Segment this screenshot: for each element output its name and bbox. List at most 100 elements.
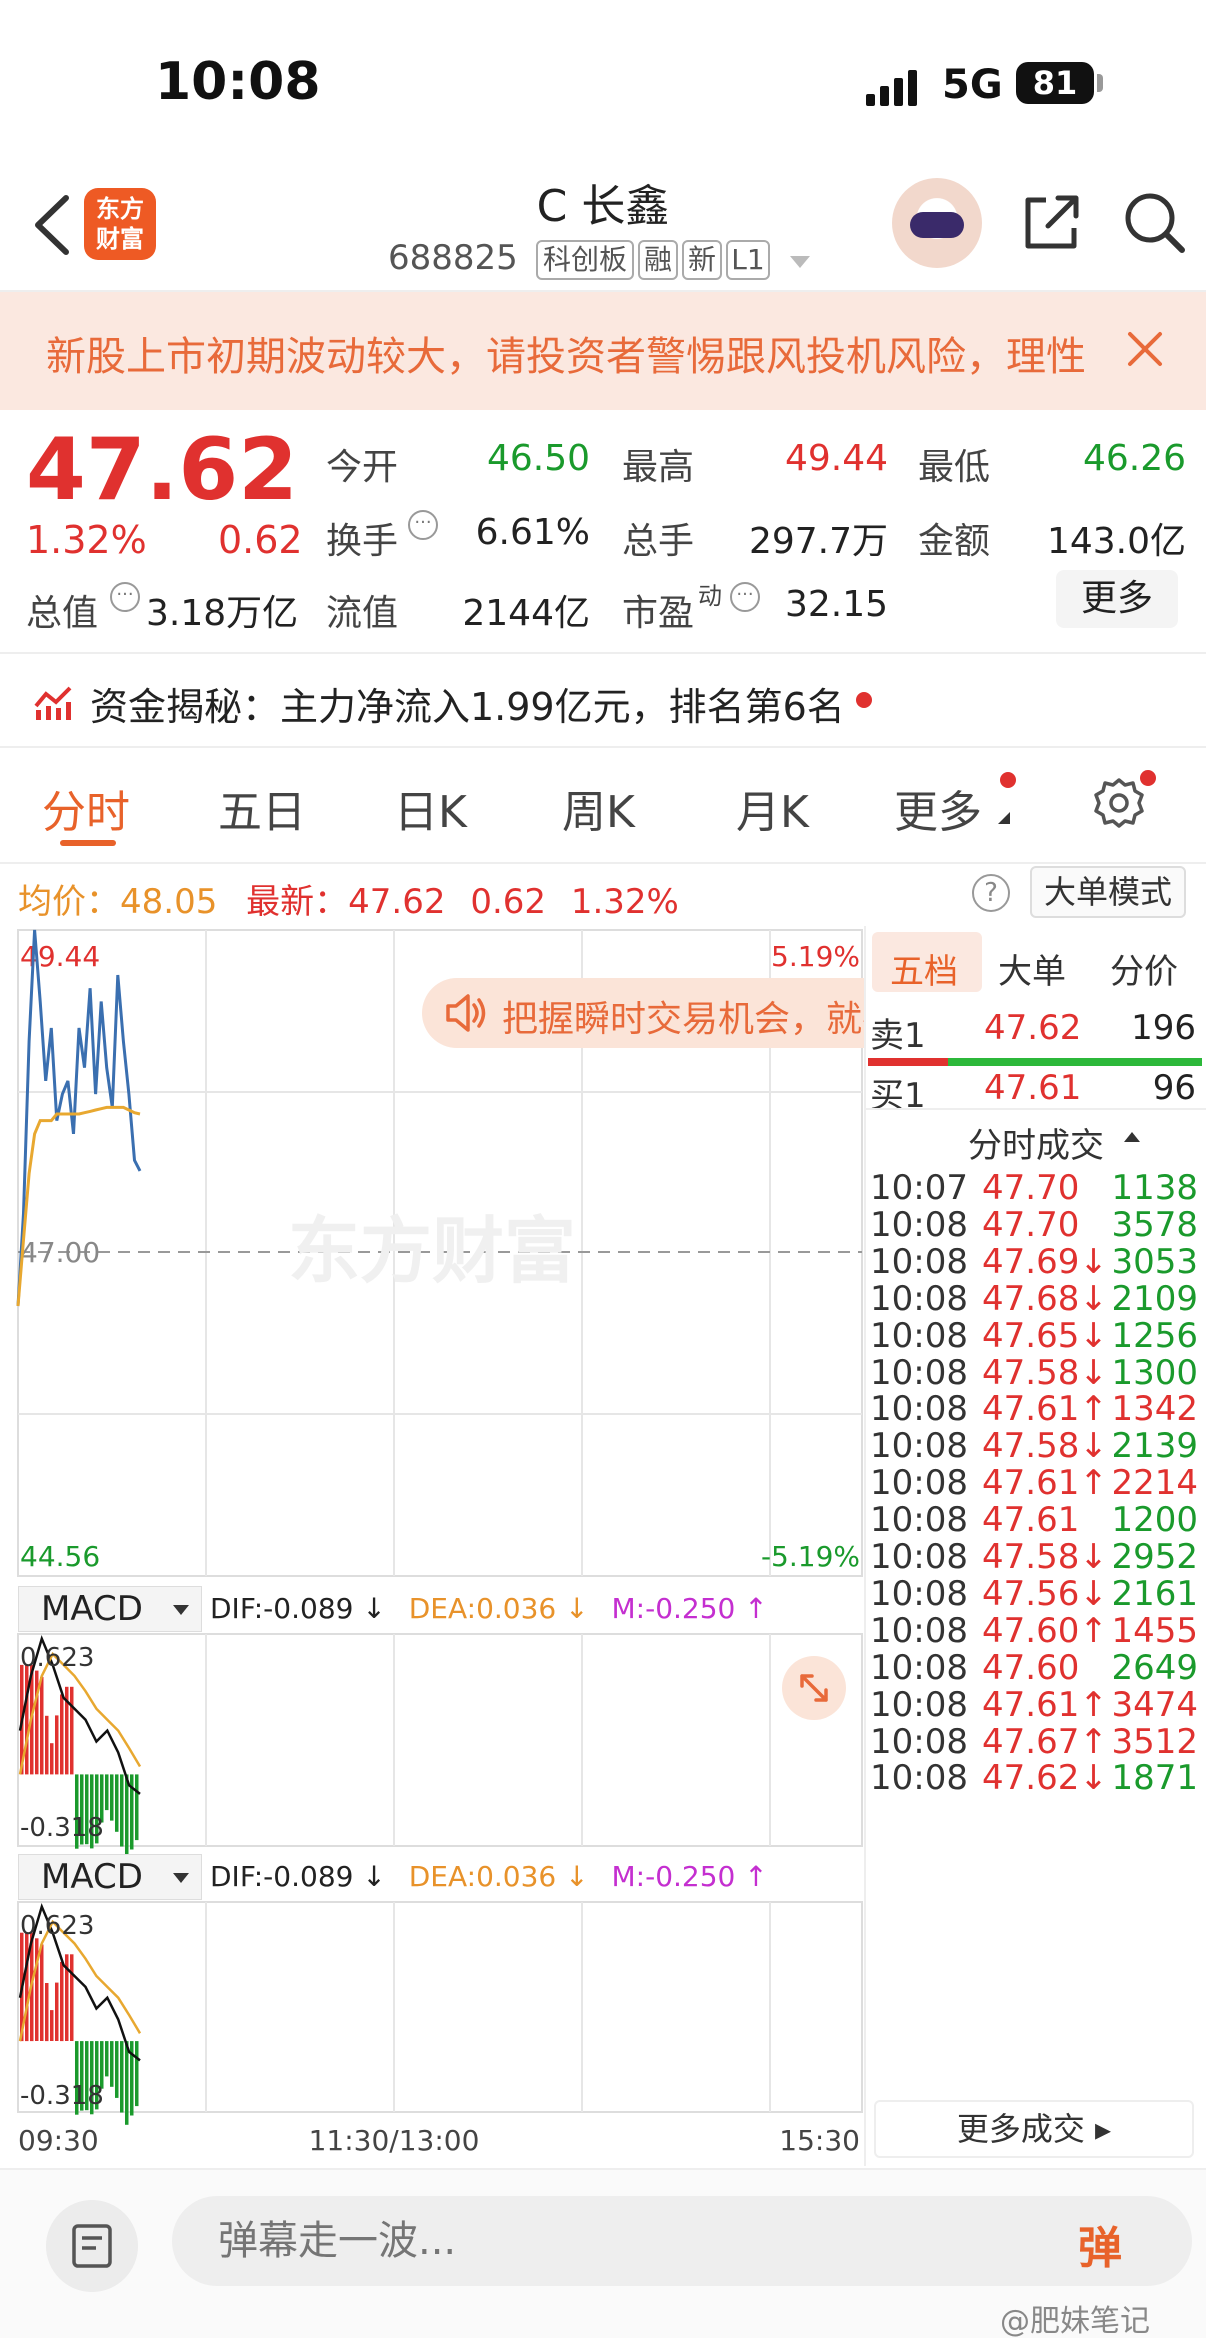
tab-order-book[interactable]: 五档	[890, 944, 958, 993]
sort-up-icon[interactable]	[1124, 1132, 1140, 1142]
trade-opportunity-popup[interactable]: 把握瞬时交易机会，就在	[422, 978, 866, 1048]
search-icon[interactable]	[1120, 188, 1188, 256]
trade-volume: 1138	[1111, 1168, 1198, 1208]
trade-time: 10:08	[870, 1758, 968, 1799]
tab-weekly-k[interactable]: 周K	[562, 776, 635, 840]
macd-select-label: MACD	[41, 1589, 143, 1629]
fund-flow-icon	[34, 686, 72, 720]
divider	[0, 862, 1206, 864]
avg-value: 48.05	[120, 882, 218, 922]
x-label-midday: 11:30/13:00	[309, 2124, 480, 2157]
notification-dot	[856, 692, 872, 708]
more-quote-button[interactable]: 更多	[1056, 570, 1178, 628]
expand-icon[interactable]	[782, 1656, 846, 1720]
macd2-bottom-label: -0.318	[20, 2081, 104, 2111]
tab-intraday[interactable]: 分时	[42, 776, 130, 840]
status-bar: 10:08 5G 81	[0, 0, 1206, 150]
battery-icon: 81	[1016, 62, 1094, 104]
speaker-icon	[446, 994, 486, 1032]
macd-dif: DIF:-0.089 ↓	[210, 1592, 386, 1625]
macd-dea: DEA:0.036 ↓	[408, 1592, 589, 1625]
close-icon[interactable]	[1122, 326, 1168, 372]
stock-code: 688825	[388, 238, 518, 278]
buy1-vol: 96	[1152, 1068, 1196, 1108]
info-icon[interactable]: ···	[408, 510, 438, 540]
danmu-input[interactable]	[172, 2196, 1192, 2286]
info-icon[interactable]: ···	[730, 582, 760, 612]
cellular-signal-icon	[866, 70, 917, 106]
prev-close-label: 47.00	[20, 1236, 100, 1269]
tab-daily-k[interactable]: 日K	[394, 776, 467, 840]
trade-time: 10:08	[870, 1573, 968, 1614]
notification-dot	[1000, 772, 1016, 788]
trade-time: 10:08	[870, 1204, 968, 1245]
trade-price: 47.70	[982, 1204, 1080, 1245]
trades-title[interactable]: 分时成交	[968, 1118, 1104, 1167]
macd-histogram-bar	[25, 1932, 29, 2042]
trade-price: 47.60	[982, 1647, 1080, 1688]
trade-time: 10:08	[870, 1721, 968, 1762]
help-icon[interactable]: ?	[972, 874, 1010, 912]
low-label: 最低	[918, 447, 991, 488]
trade-time: 10:08	[870, 1278, 968, 1319]
trade-price: 47.70	[982, 1168, 1080, 1208]
trade-volume: 3474	[1111, 1684, 1198, 1725]
chevron-down-icon[interactable]	[790, 256, 810, 268]
volume-value: 297.7万	[748, 521, 888, 562]
macd-histogram-bar	[45, 1983, 49, 2042]
tab-price-distribution[interactable]: 分价	[1110, 944, 1178, 993]
macd-histogram-bar	[105, 1774, 109, 1811]
macd-histogram-bar	[70, 1686, 74, 1775]
more-trades-button[interactable]: 更多成交 ▸	[874, 2100, 1194, 2158]
info-icon[interactable]: ···	[110, 582, 140, 612]
trade-time: 10:08	[870, 1241, 968, 1282]
trade-price: 47.61	[982, 1500, 1080, 1541]
sell-ratio-bar	[868, 1058, 948, 1066]
tab-big-orders[interactable]: 大单	[998, 944, 1066, 993]
trade-price: 47.58↓	[982, 1426, 1108, 1467]
trade-price: 47.67↑	[982, 1721, 1108, 1762]
divider	[0, 746, 1206, 748]
trade-price: 47.58↓	[982, 1537, 1108, 1577]
turnover-value: 6.61%	[475, 512, 590, 553]
tab-more[interactable]: 更多	[894, 776, 982, 840]
big-order-mode-button[interactable]: 大单模式	[1030, 866, 1186, 918]
trade-price: 47.56↓	[982, 1573, 1108, 1614]
tab-five-day[interactable]: 五日	[218, 776, 306, 840]
macd-indicator-select-1[interactable]: MACD	[18, 1586, 202, 1632]
macd-histogram-bar	[55, 1982, 59, 2041]
intraday-chart[interactable]: 东方财富 49.44 44.56 5.19% -5.19% 47.00 0.62…	[0, 926, 866, 2186]
gear-icon[interactable]	[1092, 776, 1146, 830]
current-price: 47.62	[26, 420, 299, 520]
macd1-frame	[17, 1633, 863, 1847]
trade-time: 10:08	[870, 1537, 968, 1577]
trade-price: 47.65↓	[982, 1315, 1108, 1356]
buy-ratio-bar	[948, 1058, 1202, 1066]
macd-histogram-bar	[120, 2041, 124, 2113]
trade-volume: 2139	[1111, 1426, 1198, 1467]
fund-flow-text[interactable]: 资金揭秘：主力净流入1.99亿元，排名第6名	[90, 676, 845, 731]
trade-volume: 3578	[1111, 1204, 1198, 1245]
y-min-label: 44.56	[20, 1540, 100, 1573]
tab-monthly-k[interactable]: 月K	[736, 776, 809, 840]
macd-histogram-bar	[125, 1774, 129, 1859]
macd1-top-label: 0.623	[20, 1643, 94, 1673]
macd-histogram-bar	[135, 2041, 139, 2107]
macd1-bottom-label: -0.318	[20, 1813, 104, 1843]
high-label: 最高	[622, 447, 695, 488]
open-label: 今开	[326, 447, 399, 488]
x-label-open: 09:30	[18, 2124, 99, 2157]
latest-percent: 1.32%	[570, 882, 679, 922]
mktcap-label: 总值	[26, 593, 99, 634]
pe-dynamic-sup: 动	[698, 582, 722, 610]
macd-dif: DIF:-0.089 ↓	[210, 1860, 386, 1893]
macd-m: M:-0.250 ↑	[611, 1860, 768, 1893]
danmu-send-button[interactable]: 弹	[1078, 2212, 1140, 2274]
macd-indicator-select-2[interactable]: MACD	[18, 1854, 202, 1900]
macd-histogram-bar	[45, 1715, 49, 1775]
share-icon[interactable]	[1020, 190, 1084, 254]
notes-icon[interactable]	[46, 2200, 138, 2292]
macd-histogram-bar	[40, 1676, 44, 1775]
chevron-down-icon	[173, 1605, 189, 1615]
trade-time: 10:08	[870, 1610, 968, 1651]
